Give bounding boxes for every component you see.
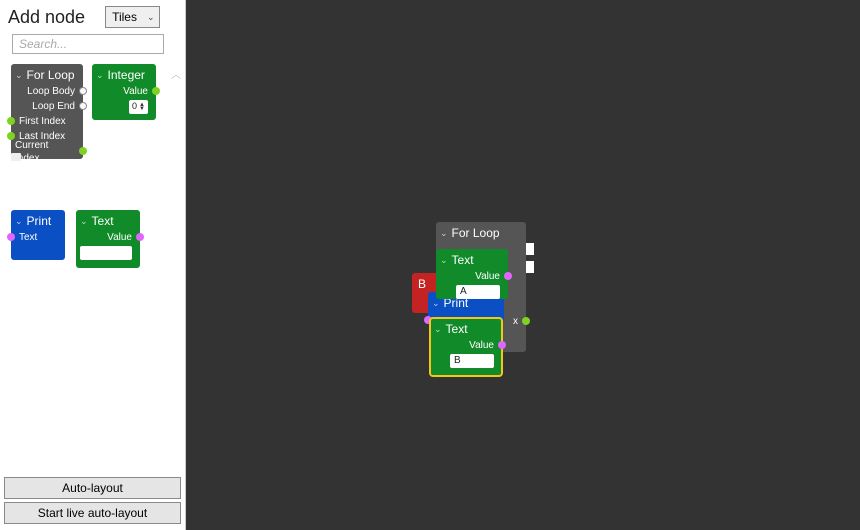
start-live-auto-layout-button[interactable]: Start live auto-layout [4, 502, 181, 524]
text-value-input[interactable] [450, 354, 494, 368]
text-value-input[interactable] [80, 246, 132, 260]
node-title: Text [452, 253, 474, 267]
chevron-down-icon: ⌄ [15, 216, 23, 227]
port-label: First Index [19, 115, 66, 128]
port-label: Loop Body [27, 85, 75, 98]
exec-out-port[interactable] [79, 102, 87, 110]
text-out-port[interactable] [136, 233, 144, 241]
add-node-title: Add node [8, 7, 85, 28]
node-title: For Loop [452, 226, 500, 240]
chevron-down-icon: ⌄ [434, 324, 442, 335]
resize-handle-icon[interactable] [11, 153, 21, 161]
node-palette: ︿ ⌄ For Loop Loop Body Loop End First In… [0, 62, 185, 475]
port-label: Value [475, 270, 500, 283]
integer-value-input[interactable]: 0 ▲▼ [129, 100, 148, 114]
canvas-node-text-b-selected[interactable]: ⌄ Text Value [430, 318, 502, 376]
port-label: Value [123, 85, 148, 98]
exec-out-port[interactable] [526, 261, 534, 273]
text-value-input[interactable] [456, 285, 500, 299]
int-out-port[interactable] [152, 87, 160, 95]
palette-node-print[interactable]: ⌄ Print Text [11, 210, 65, 260]
palette-node-integer[interactable]: ⌄ Integer Value 0 ▲▼ [92, 64, 156, 120]
palette-node-for-loop[interactable]: ⌄ For Loop Loop Body Loop End First Inde… [11, 64, 83, 159]
spinner-icon[interactable]: ▲▼ [139, 103, 145, 111]
port-label-partial: x [513, 315, 518, 328]
text-out-port[interactable] [498, 341, 506, 349]
text-in-port[interactable] [7, 233, 15, 241]
node-title: Text [92, 214, 114, 228]
canvas-node-text-a[interactable]: ⌄ Text Value [436, 249, 508, 299]
view-mode-label: Tiles [112, 10, 137, 24]
chevron-down-icon: ⌄ [147, 12, 155, 23]
integer-value: 0 [132, 100, 137, 113]
port-label: Value [469, 339, 494, 352]
node-title: Text [446, 322, 468, 336]
node-title: Integer [108, 68, 145, 82]
search-input[interactable] [12, 34, 164, 54]
int-in-port[interactable] [7, 117, 15, 125]
node-title: Print [27, 214, 52, 228]
scroll-up-icon[interactable]: ︿ [171, 66, 181, 81]
exec-out-port[interactable] [79, 87, 87, 95]
sidebar-header: Add node Tiles ⌄ [0, 0, 185, 32]
chevron-down-icon: ⌄ [15, 70, 23, 81]
chevron-down-icon: ⌄ [96, 70, 104, 81]
auto-layout-button[interactable]: Auto-layout [4, 477, 181, 499]
chevron-down-icon: ⌄ [440, 228, 448, 239]
node-title: For Loop [27, 68, 75, 82]
chevron-down-icon: ⌄ [80, 216, 88, 227]
chevron-down-icon: ⌄ [432, 298, 440, 309]
chevron-down-icon: ⌄ [440, 255, 448, 266]
int-out-port[interactable] [522, 317, 530, 325]
int-in-port[interactable] [7, 132, 15, 140]
sidebar: Add node Tiles ⌄ ︿ ⌄ For Loop Loop Body … [0, 0, 186, 530]
graph-canvas[interactable]: B ⌄ For Loop x ⌄ Print ⌄ Text Value ⌄ Te… [186, 0, 860, 530]
port-label: Current Index [15, 139, 75, 165]
port-label: Value [107, 231, 132, 244]
palette-node-text[interactable]: ⌄ Text Value [76, 210, 140, 268]
search-wrap [0, 32, 185, 62]
view-mode-dropdown[interactable]: Tiles ⌄ [105, 6, 159, 28]
exec-out-port[interactable] [526, 243, 534, 255]
int-out-port[interactable] [79, 147, 87, 155]
node-title-partial: B [418, 277, 426, 291]
port-label: Text [19, 231, 37, 244]
sidebar-footer: Auto-layout Start live auto-layout [0, 475, 185, 530]
port-label: Loop End [32, 100, 75, 113]
text-out-port[interactable] [504, 272, 512, 280]
